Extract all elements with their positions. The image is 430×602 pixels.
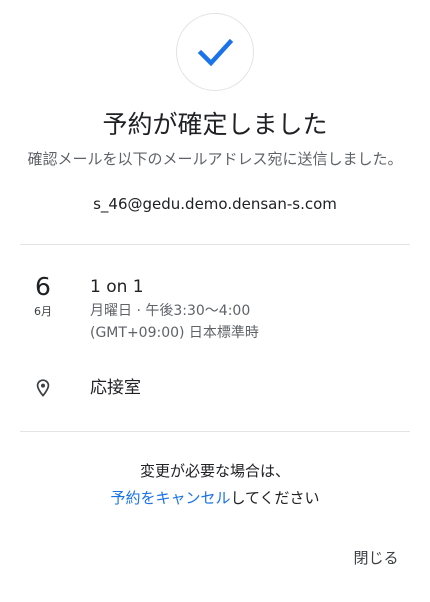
location-pin-icon <box>36 379 50 397</box>
event-date-month: 6月 <box>34 305 52 318</box>
cancel-suffix: してください <box>230 489 320 507</box>
divider <box>20 244 410 245</box>
recipient-email: s_46@gedu.demo.densan-s.com <box>93 195 337 213</box>
location-name: 応接室 <box>90 378 141 398</box>
confirmation-title: 予約が確定しました <box>102 110 328 139</box>
close-button[interactable]: 閉じる <box>342 540 410 576</box>
confirmation-message: 確認メールを以下のメールアドレス宛に送信しました。 <box>27 150 403 168</box>
change-note: 変更が必要な場合は、 <box>139 462 290 480</box>
divider <box>20 431 410 432</box>
check-icon <box>197 38 234 67</box>
event-time: 月曜日 · 午後3:30～4:00 <box>90 303 251 319</box>
confirmation-check-badge <box>176 13 254 91</box>
event-title: 1 on 1 <box>90 277 144 297</box>
event-timezone: (GMT+09:00) 日本標準時 <box>90 325 259 341</box>
event-date-day: 6 <box>35 272 51 301</box>
cancel-booking-link[interactable]: 予約をキャンセル <box>110 489 230 507</box>
cancel-instruction: 予約をキャンセルしてください <box>0 487 430 509</box>
